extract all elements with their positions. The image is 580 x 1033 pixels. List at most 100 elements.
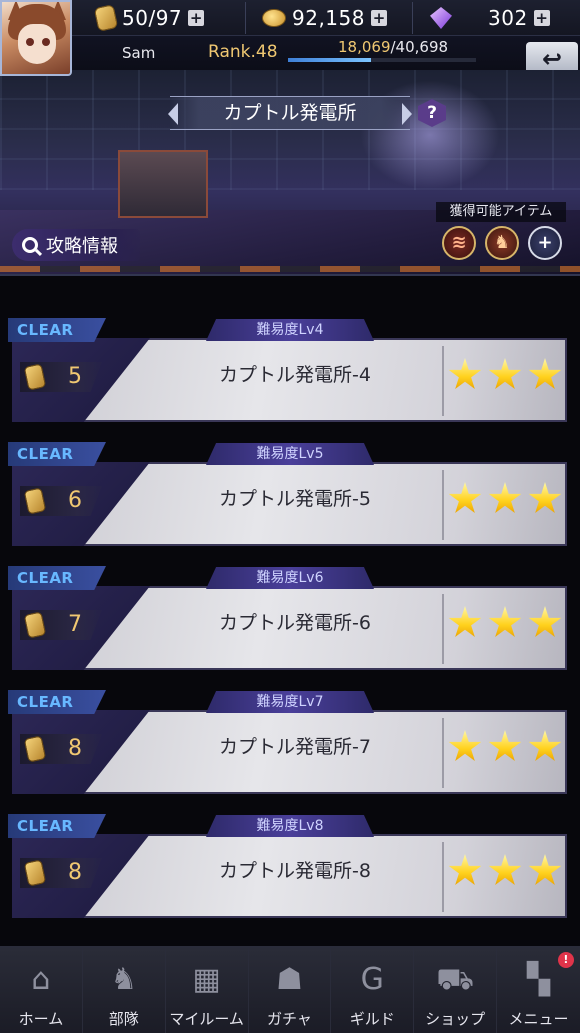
star-icon	[448, 730, 482, 761]
obtainable-items-label: 獲得可能アイテム	[436, 202, 566, 222]
difficulty-label: 難易度Lv7	[206, 691, 374, 713]
star-icon	[448, 606, 482, 637]
nav-squad[interactable]: ♞ 部隊	[82, 948, 166, 1033]
card-divider	[442, 718, 444, 788]
stage-name: カプトル発電所-6	[219, 612, 371, 634]
avatar-face	[18, 24, 56, 64]
strategy-guide-label: 攻略情報	[46, 236, 118, 257]
avatar-eye	[42, 38, 50, 46]
back-arrow-icon: ↩	[541, 45, 563, 73]
nav-menu[interactable]: ▚ メニュー !	[497, 948, 580, 1033]
my-room-icon: ▦	[192, 962, 221, 997]
gold-counter: 92,158 +	[262, 4, 387, 32]
exp-current: 18,069	[338, 38, 391, 56]
nav-gacha[interactable]: ☗ ガチャ	[248, 948, 332, 1033]
stage-name: カプトル発電所-7	[219, 736, 371, 758]
stage-row[interactable]: CLEAR 難易度Lv5 6 カプトル発電所-5	[0, 442, 580, 566]
exp-max: /40,698	[390, 38, 449, 56]
player-rank: Rank.48	[208, 42, 278, 62]
stage-name: カプトル発電所-8	[219, 860, 371, 882]
star-rating	[448, 730, 562, 764]
banner-hazard-stripe	[0, 266, 580, 272]
clear-badge: CLEAR	[8, 442, 106, 466]
gem-icon	[430, 7, 452, 29]
player-avatar[interactable]	[0, 0, 72, 76]
star-rating	[448, 482, 562, 516]
stage-row[interactable]: CLEAR 難易度Lv6 7 カプトル発電所-6	[0, 566, 580, 690]
divider	[245, 2, 246, 34]
banner-divider	[0, 274, 580, 276]
beast-emblem-icon[interactable]: ♞	[485, 226, 519, 260]
stage-name: カプトル発電所-4	[219, 364, 371, 386]
stage-row[interactable]: CLEAR 難易度Lv7 8 カプトル発電所-7	[0, 690, 580, 814]
star-rating	[448, 606, 562, 640]
star-icon	[488, 482, 522, 513]
card-divider	[442, 346, 444, 416]
stamina-cost: 6	[68, 488, 82, 513]
star-icon	[448, 358, 482, 389]
star-icon	[488, 854, 522, 885]
clear-badge: CLEAR	[8, 814, 106, 838]
nav-my-room[interactable]: ▦ マイルーム	[165, 948, 249, 1033]
nav-shop[interactable]: ⛟ ショップ	[414, 948, 498, 1033]
nav-label: 部隊	[108, 1010, 139, 1028]
card-divider	[442, 594, 444, 664]
stage-row[interactable]: CLEAR 難易度Lv4 5 カプトル発電所-4	[0, 318, 580, 442]
nav-guild[interactable]: G ギルド	[331, 948, 415, 1033]
nav-label: メニュー	[508, 1010, 569, 1028]
star-icon	[448, 482, 482, 513]
stamina-cost: 8	[68, 860, 82, 885]
guild-icon: G	[360, 962, 384, 997]
gold-coin-icon	[262, 9, 286, 27]
notification-badge: !	[557, 952, 574, 968]
stamina-can-icon	[93, 4, 119, 32]
card-divider	[442, 470, 444, 540]
stamina-counter: 50/97 +	[93, 4, 205, 32]
star-rating	[448, 358, 562, 392]
add-stamina-button[interactable]: +	[188, 10, 205, 26]
difficulty-label: 難易度Lv8	[206, 815, 374, 837]
gacha-icon: ☗	[276, 962, 303, 997]
exp-bar-fill	[288, 58, 372, 62]
star-icon	[528, 606, 562, 637]
search-icon	[22, 237, 38, 253]
stamina-value: 50/97	[122, 6, 183, 30]
star-icon	[528, 482, 562, 513]
plus-icon[interactable]: +	[528, 226, 562, 260]
gem-counter: 302 +	[430, 4, 550, 32]
clear-badge: CLEAR	[8, 690, 106, 714]
nav-home[interactable]: ⌂ ホーム	[0, 948, 83, 1033]
home-icon: ⌂	[31, 962, 51, 997]
add-gold-button[interactable]: +	[370, 10, 387, 26]
difficulty-label: 難易度Lv6	[206, 567, 374, 589]
star-icon	[528, 730, 562, 761]
nav-label: ショップ	[425, 1010, 486, 1028]
stamina-cost: 5	[68, 364, 82, 389]
status-bar: 50/97 + 92,158 + 302 +	[0, 0, 580, 36]
nav-label: マイルーム	[169, 1010, 244, 1028]
area-title: カプトル発電所	[168, 96, 412, 130]
strategy-guide-button[interactable]: 攻略情報	[12, 229, 140, 261]
nav-label: ガチャ	[267, 1010, 312, 1028]
star-icon	[528, 854, 562, 885]
star-icon	[488, 730, 522, 761]
divider	[412, 2, 413, 34]
star-icon	[448, 854, 482, 885]
add-gems-button[interactable]: +	[533, 10, 550, 26]
stamina-cost: 8	[68, 736, 82, 761]
clear-badge: CLEAR	[8, 318, 106, 342]
difficulty-label: 難易度Lv4	[206, 319, 374, 341]
player-info-bar: Sam Rank.48 18,069/40,698	[0, 36, 580, 70]
stamina-cost: 7	[68, 612, 82, 637]
clear-badge: CLEAR	[8, 566, 106, 590]
shop-cart-icon: ⛟	[436, 962, 475, 997]
star-rating	[448, 854, 562, 888]
star-icon	[488, 358, 522, 389]
slash-item-icon[interactable]: ≋	[442, 226, 476, 260]
menu-grid-icon: ▚	[526, 962, 551, 997]
nav-label: ホーム	[18, 1010, 64, 1028]
exp-text: 18,069/40,698	[338, 38, 448, 56]
stage-row[interactable]: CLEAR 難易度Lv8 8 カプトル発電所-8	[0, 814, 580, 938]
star-icon	[528, 358, 562, 389]
banner-background-crate	[118, 150, 208, 218]
